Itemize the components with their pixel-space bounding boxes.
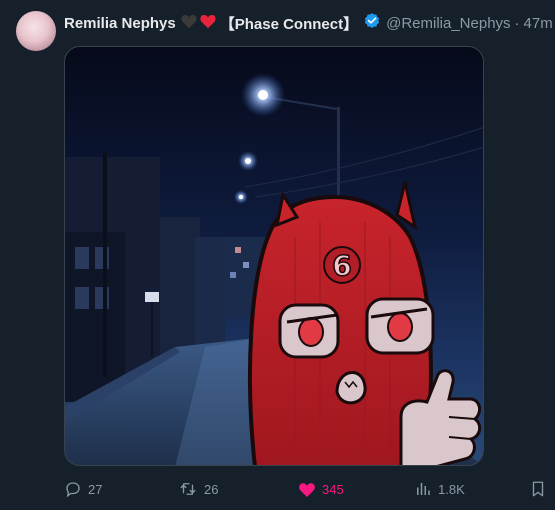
verified-badge-icon[interactable] bbox=[363, 12, 381, 34]
red-heart-icon bbox=[199, 13, 217, 33]
views-count: 1.8K bbox=[438, 481, 465, 497]
like-button[interactable]: 345 bbox=[298, 481, 344, 498]
bookmark-icon bbox=[530, 480, 546, 498]
repost-count: 26 bbox=[204, 481, 219, 497]
author-name[interactable]: Remilia Nephys bbox=[64, 15, 176, 32]
black-heart-icon bbox=[180, 13, 198, 33]
views-chart-icon bbox=[414, 480, 432, 498]
like-count: 345 bbox=[322, 481, 344, 497]
separator: · bbox=[514, 14, 520, 32]
heart-icon bbox=[298, 481, 316, 498]
repost-button[interactable]: 26 bbox=[178, 480, 218, 498]
reply-count: 27 bbox=[88, 481, 103, 497]
repost-icon bbox=[178, 480, 198, 498]
tweet-media-image[interactable]: 6 bbox=[64, 46, 484, 466]
author-handle[interactable]: @Remilia_Nephys bbox=[386, 15, 510, 32]
reply-button[interactable]: 27 bbox=[64, 480, 102, 498]
bookmark-button[interactable] bbox=[530, 480, 546, 498]
night-street-image: 6 bbox=[65, 47, 483, 465]
tweet-actions: 27 26 345 1.8K bbox=[64, 478, 547, 500]
timestamp[interactable]: 47m bbox=[524, 15, 553, 32]
affiliation-label: 【Phase Connect】 bbox=[219, 15, 359, 33]
tweet-header: Remilia Nephys 【Phase Connect】 @Remilia_… bbox=[64, 12, 553, 34]
views-button[interactable]: 1.8K bbox=[414, 480, 465, 498]
reply-icon bbox=[64, 480, 82, 498]
avatar[interactable] bbox=[16, 11, 56, 51]
mask-number: 6 bbox=[332, 249, 351, 282]
